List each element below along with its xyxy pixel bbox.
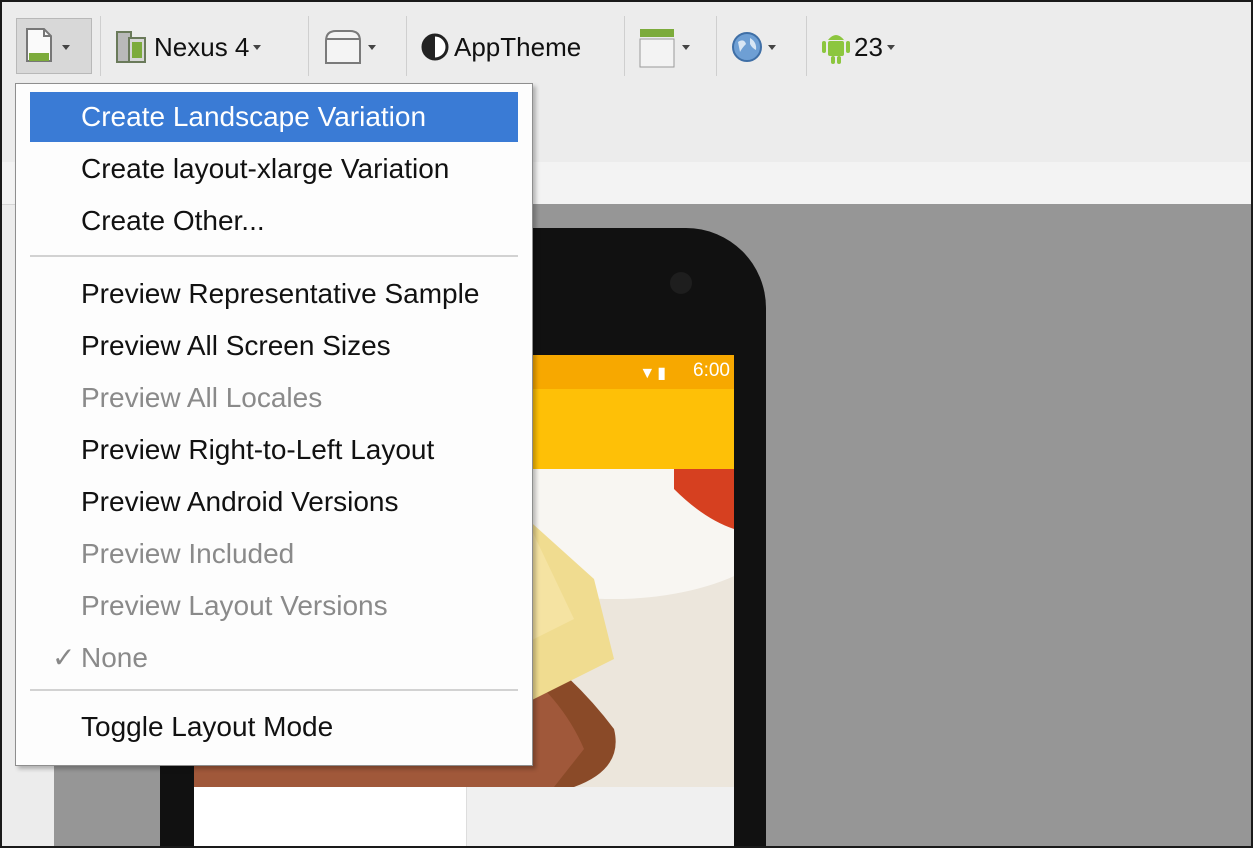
menu-separator [30, 689, 518, 691]
globe-icon [732, 32, 762, 62]
chevron-down-icon [886, 44, 895, 50]
checkmark-icon: ✓ [52, 642, 76, 673]
layout-file-icon [26, 28, 52, 62]
menu-item-preview-representative-sample[interactable]: Preview Representative Sample [30, 269, 518, 319]
menu-separator [30, 255, 518, 257]
api-level-label: 23 [854, 31, 883, 62]
toolbar-divider [806, 16, 807, 76]
content-panel-right [466, 787, 734, 846]
menu-item-none: ✓ None [30, 633, 518, 683]
toolbar-divider [716, 16, 717, 76]
toolbar-divider [406, 16, 407, 76]
device-selector[interactable]: Nexus 4 [114, 22, 262, 72]
device-icon [116, 31, 146, 63]
layout-editor-toolbar: Nexus 4 AppTheme 23 [2, 2, 1251, 90]
theme-icon [421, 33, 449, 61]
menu-item-preview-all-locales: Preview All Locales [81, 382, 323, 413]
chevron-down-icon [62, 44, 70, 50]
chevron-down-icon [368, 44, 376, 50]
theme-selector[interactable]: AppTheme [420, 22, 581, 72]
toolbar-divider [624, 16, 625, 76]
status-time: 6:00 [693, 360, 730, 381]
menu-item-preview-layout-versions: Preview Layout Versions [81, 590, 388, 621]
api-level-selector[interactable]: 23 [820, 22, 895, 72]
menu-item-preview-all-screen-sizes[interactable]: Preview All Screen Sizes [30, 321, 518, 371]
menu-item-create-other[interactable]: Create Other... [30, 196, 518, 246]
menu-item-preview-right-to-left[interactable]: Preview Right-to-Left Layout [30, 425, 518, 475]
orientation-icon [325, 30, 361, 64]
activity-layout-icon [639, 29, 675, 68]
android-icon [822, 35, 850, 64]
theme-name-label: AppTheme [454, 31, 582, 62]
menu-item-preview-android-versions[interactable]: Preview Android Versions [30, 477, 518, 527]
menu-item-create-landscape-variation[interactable]: Create Landscape Variation [30, 92, 518, 142]
chevron-down-icon [768, 44, 776, 50]
toolbar-divider [308, 16, 309, 76]
layout-variations-menu: Create Landscape Variation Create layout… [15, 83, 533, 766]
menu-item-preview-included: Preview Included [81, 538, 295, 569]
chevron-down-icon [682, 44, 690, 50]
editor-window: Nexus 4 AppTheme 23 ▼▮ 6:00 Create Lands… [0, 0, 1253, 848]
device-camera [670, 272, 692, 294]
menu-item-create-xlarge-variation[interactable]: Create layout-xlarge Variation [30, 144, 518, 194]
layout-variations-button[interactable] [24, 22, 70, 72]
content-panel-left [194, 787, 466, 846]
device-name-label: Nexus 4 [154, 31, 250, 62]
chevron-down-icon [253, 44, 262, 50]
menu-item-toggle-layout-mode[interactable]: Toggle Layout Mode [30, 702, 518, 752]
menu-item-none-label: None [81, 642, 148, 673]
locale-selector[interactable] [730, 22, 776, 72]
activity-selector[interactable] [638, 22, 690, 72]
toolbar-divider [100, 16, 101, 76]
orientation-selector[interactable] [322, 22, 376, 72]
wifi-battery-icon: ▼▮ [639, 365, 668, 382]
